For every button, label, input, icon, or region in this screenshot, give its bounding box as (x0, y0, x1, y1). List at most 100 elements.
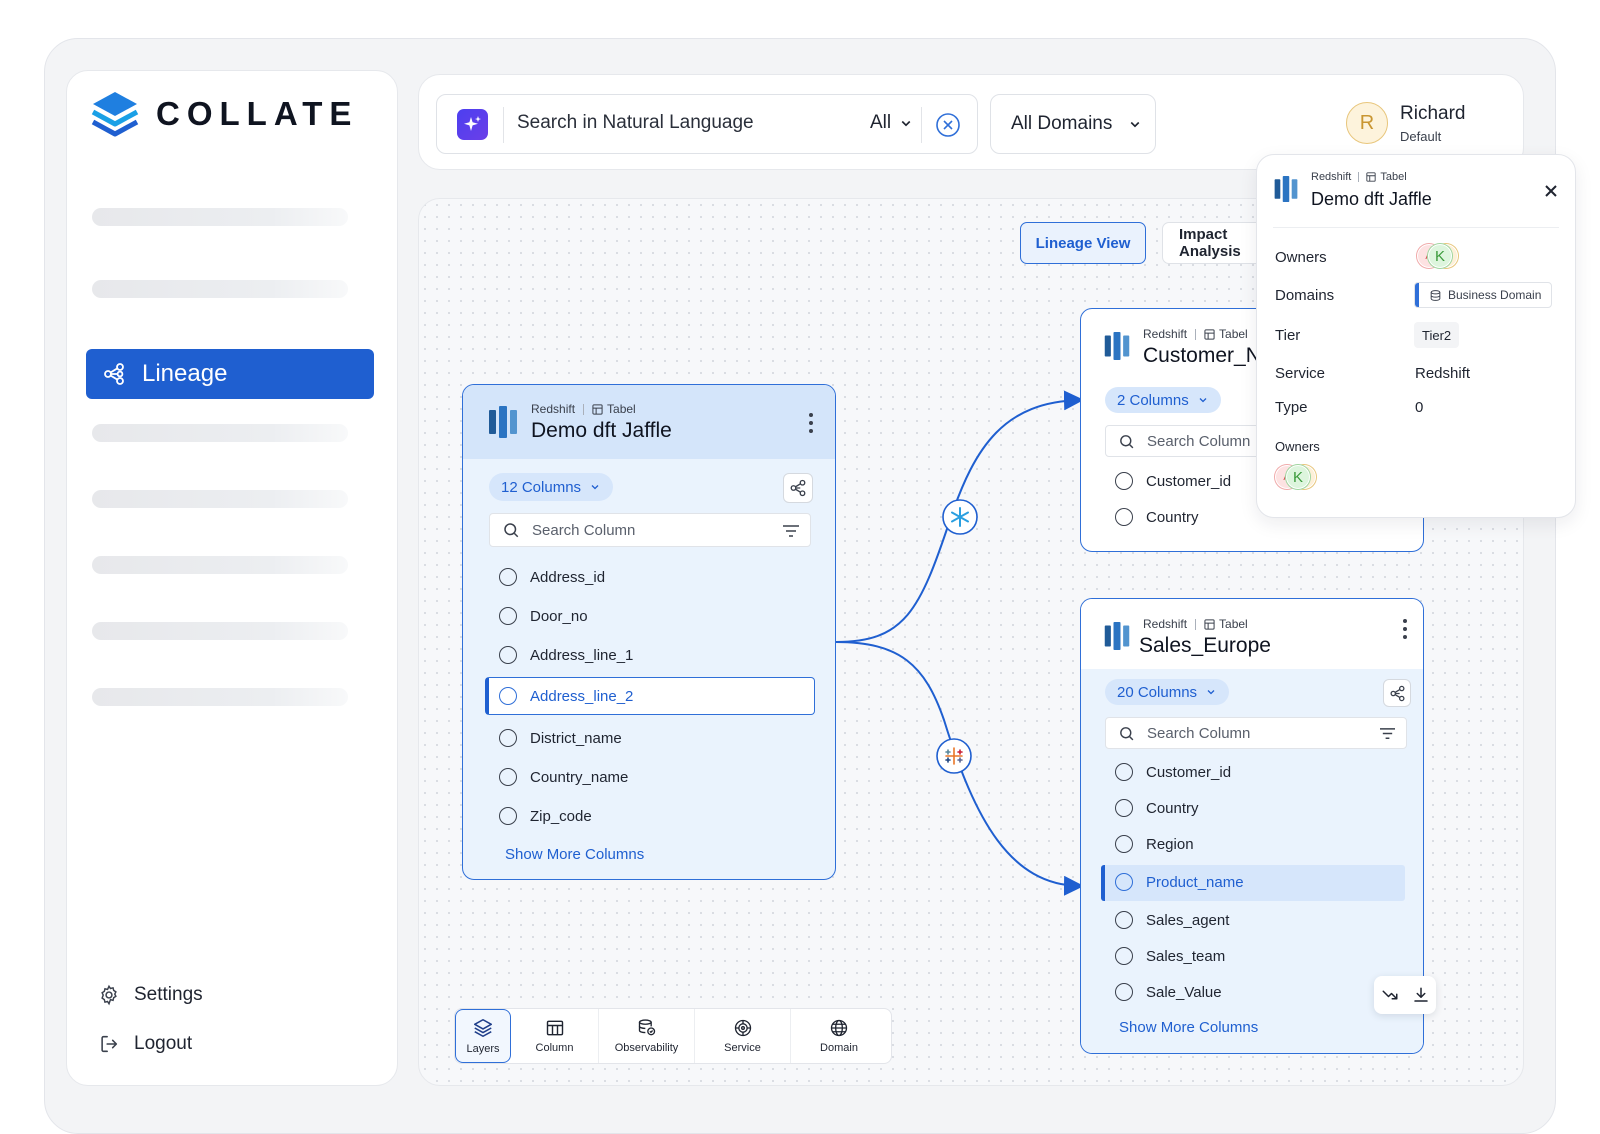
column-row[interactable]: Customer_id (1115, 472, 1231, 490)
column-search-input[interactable]: Search Column (1105, 717, 1407, 749)
column-row[interactable]: District_name (499, 729, 622, 747)
node-quick-actions (1374, 976, 1436, 1014)
column-row[interactable]: Zip_code (499, 807, 592, 825)
toolbar-column[interactable]: Column (511, 1009, 599, 1063)
column-name: District_name (530, 729, 622, 747)
tier-label: Tier (1275, 327, 1301, 344)
column-search-placeholder: Search Column (1147, 724, 1251, 742)
redshift-icon (1274, 176, 1298, 202)
table-icon (1204, 618, 1215, 630)
column-count-toggle[interactable]: 12 Columns (489, 473, 614, 501)
source-table-node[interactable]: Redshift Tabel Demo dft Jaffle 12 Column… (462, 384, 836, 880)
column-row[interactable]: Country (1115, 799, 1199, 817)
column-row[interactable]: Country_name (499, 768, 628, 786)
column-name: Customer_id (1146, 763, 1232, 781)
toolbar-label: Observability (614, 1042, 679, 1054)
globe-icon (830, 1019, 848, 1037)
show-more-columns-link[interactable]: Show More Columns (505, 846, 644, 863)
node-title: Demo dft Jaffle (531, 419, 672, 442)
column-row[interactable]: Address_line_1 (499, 646, 633, 664)
column-row[interactable]: Sale_Value (1115, 983, 1222, 1001)
entity-type: Tabel (1219, 617, 1248, 631)
owners-section-label: Owners (1275, 439, 1320, 454)
column-count-toggle[interactable]: 2 Columns (1105, 387, 1221, 413)
column-name: Product_name (1146, 873, 1244, 891)
column-radio[interactable] (1115, 911, 1133, 929)
search-icon (504, 523, 519, 538)
toolbar-observability[interactable]: Observability (599, 1009, 695, 1063)
column-row[interactable]: Address_id (499, 568, 605, 586)
toolbar-service[interactable]: Service (695, 1009, 791, 1063)
owners-avatars[interactable]: A K R (1417, 244, 1458, 268)
node-title: Customer_N (1143, 344, 1261, 367)
type-value: 0 (1415, 399, 1424, 416)
close-icon (1545, 185, 1557, 197)
column-row[interactable]: Sales_team (1115, 947, 1225, 965)
column-name: Sales_agent (1146, 911, 1230, 929)
column-name: Country_name (530, 768, 629, 786)
column-radio[interactable] (499, 807, 517, 825)
filter-icon[interactable] (782, 523, 800, 539)
column-row[interactable]: Customer_id (1115, 763, 1231, 781)
download-icon[interactable] (1412, 986, 1430, 1004)
node-title: Sales_Europe (1139, 634, 1271, 657)
column-row[interactable]: Country (1115, 508, 1199, 526)
search-icon (1120, 434, 1134, 448)
filter-icon[interactable] (1379, 726, 1396, 741)
tier-chip: Tier2 (1414, 322, 1460, 348)
domain-chip[interactable]: Business Domain (1414, 282, 1552, 308)
column-radio[interactable] (499, 768, 517, 786)
column-radio[interactable] (499, 687, 517, 705)
column-count-label: 12 Columns (501, 478, 582, 496)
canvas-toolbar: Layers Column Observability Service Doma… (454, 1008, 892, 1064)
toolbar-domain[interactable]: Domain (791, 1009, 887, 1063)
owner-avatar[interactable]: K (1286, 465, 1310, 489)
trend-down-icon[interactable] (1381, 986, 1399, 1004)
column-radio[interactable] (499, 568, 517, 586)
lineage-view-button[interactable]: Lineage View (1020, 222, 1146, 264)
show-more-columns-link[interactable]: Show More Columns (1119, 1019, 1258, 1036)
column-radio[interactable] (1115, 983, 1133, 1001)
column-radio[interactable] (1115, 835, 1133, 853)
column-radio[interactable] (1115, 763, 1133, 781)
column-search-input[interactable]: Search Column (489, 513, 811, 547)
column-radio[interactable] (1115, 947, 1133, 965)
column-row[interactable]: Door_no (499, 607, 588, 625)
node-menu-icon[interactable] (1403, 619, 1407, 643)
column-radio[interactable] (1115, 873, 1133, 891)
column-radio[interactable] (1115, 508, 1133, 526)
entity-type: Tabel (1380, 171, 1407, 183)
sales-table-node[interactable]: Redshift Tabel Sales_Europe 20 Columns S… (1080, 598, 1424, 1054)
panel-divider (1273, 227, 1559, 228)
node-lineage-button[interactable] (1383, 679, 1411, 707)
toolbar-layers[interactable]: Layers (455, 1009, 511, 1063)
column-count-label: 2 Columns (1117, 391, 1189, 409)
owners-avatars[interactable]: A K R (1275, 465, 1316, 489)
chevron-down-icon (1199, 398, 1207, 403)
column-radio[interactable] (1115, 472, 1133, 490)
column-name: Door_no (530, 607, 588, 625)
column-radio[interactable] (499, 729, 517, 747)
column-row-selected[interactable]: Product_name (1115, 873, 1244, 891)
owner-avatar[interactable]: K (1428, 244, 1452, 268)
close-panel-button[interactable] (1543, 183, 1559, 204)
column-row[interactable]: Sales_agent (1115, 911, 1229, 929)
column-radio[interactable] (1115, 799, 1133, 817)
column-row-selected[interactable]: Address_line_2 (499, 687, 633, 705)
share-nodes-icon (790, 479, 806, 497)
redshift-icon (1104, 332, 1130, 360)
column-radio[interactable] (499, 646, 517, 664)
node-menu-icon[interactable] (809, 413, 813, 437)
node-lineage-button[interactable] (783, 473, 813, 503)
column-name: Customer_id (1146, 472, 1232, 490)
column-radio[interactable] (499, 607, 517, 625)
table-icon (1366, 172, 1376, 182)
column-name: Region (1146, 835, 1194, 853)
toolbar-label: Service (724, 1042, 761, 1054)
column-row[interactable]: Region (1115, 835, 1194, 853)
service-name: Redshift (1143, 617, 1188, 631)
column-name: Zip_code (530, 807, 592, 825)
column-icon (546, 1020, 563, 1036)
redshift-icon (489, 406, 517, 438)
column-count-toggle[interactable]: 20 Columns (1105, 679, 1230, 705)
